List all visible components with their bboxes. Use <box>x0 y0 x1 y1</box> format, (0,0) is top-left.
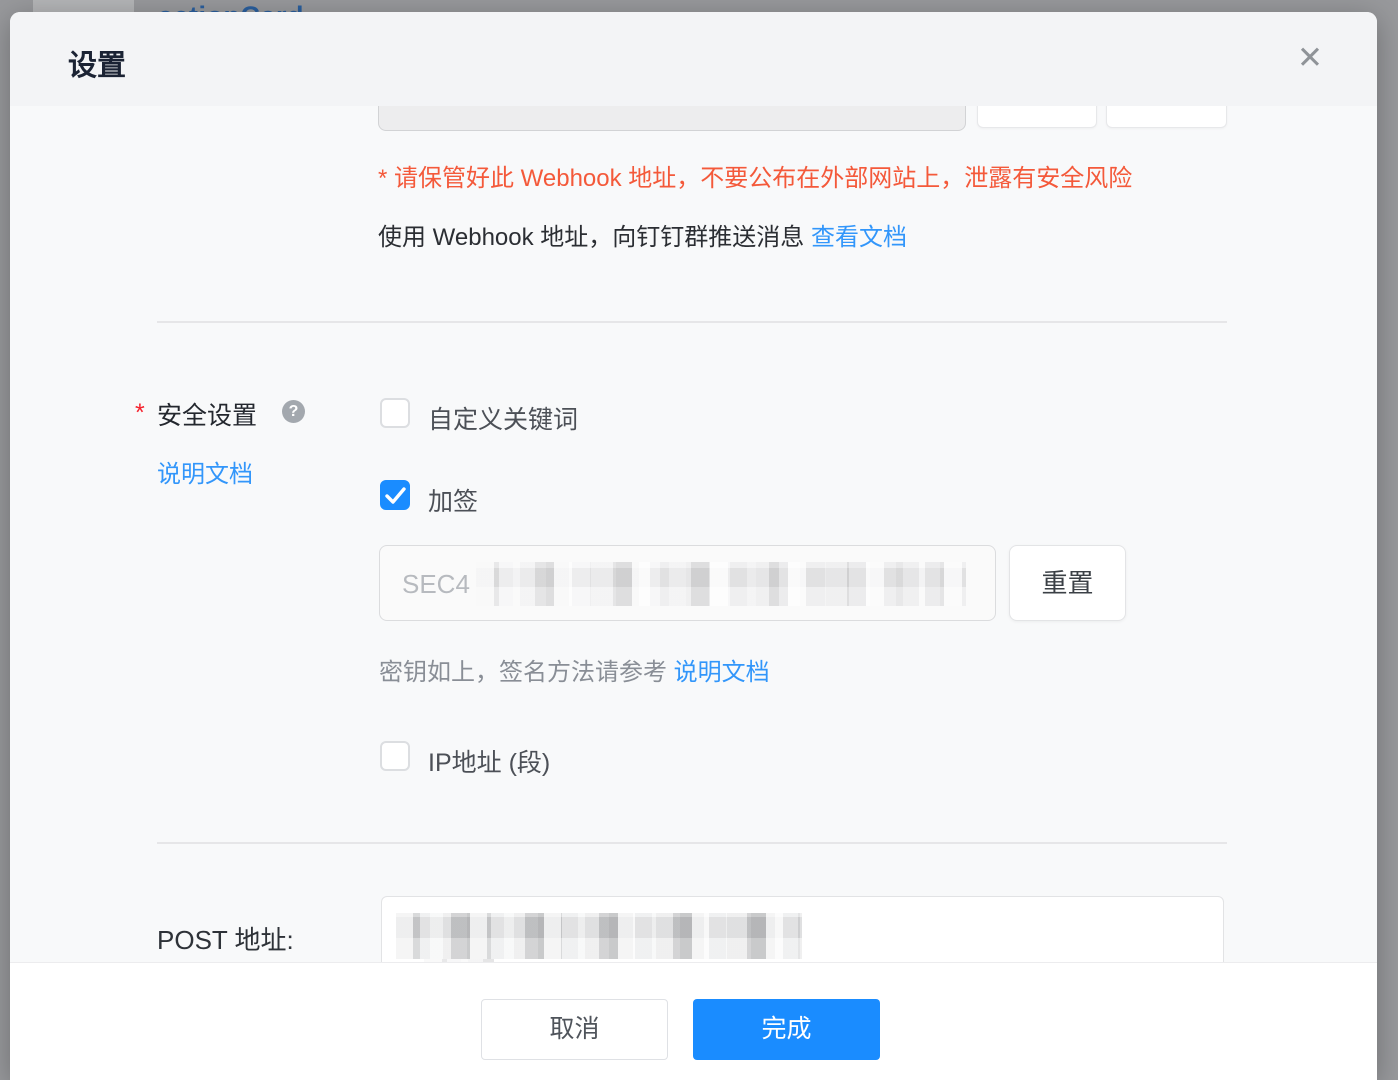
help-icon[interactable]: ? <box>282 400 305 423</box>
redacted-secret-value <box>476 562 966 606</box>
post-address-label: POST 地址: <box>157 920 294 957</box>
view-docs-link[interactable]: 查看文档 <box>811 224 907 251</box>
webhook-url-input-partial[interactable] <box>378 106 966 131</box>
webhook-warning-text: * 请保管好此 Webhook 地址，不要公布在外部网站上，泄露有安全风险 <box>378 164 1132 194</box>
security-settings-label: 安全设置 <box>157 396 257 432</box>
reset-secret-button[interactable]: 重置 <box>1009 545 1126 621</box>
checkmark-icon <box>385 486 407 506</box>
sign-checkbox[interactable] <box>380 480 410 510</box>
webhook-copy-button-partial[interactable] <box>977 106 1097 128</box>
secret-hint-label: 密钥如上，签名方法请参考 <box>379 659 674 686</box>
confirm-button[interactable]: 完成 <box>693 999 880 1060</box>
modal-footer: 取消 完成 <box>10 962 1377 1080</box>
sign-label[interactable]: 加签 <box>428 482 478 518</box>
secret-key-input[interactable]: SEC4 <box>379 545 996 621</box>
custom-keyword-checkbox[interactable] <box>380 398 410 428</box>
section-divider <box>157 321 1227 323</box>
modal-body: * 请保管好此 Webhook 地址，不要公布在外部网站上，泄露有安全风险 使用… <box>10 106 1377 962</box>
secret-hint-text: 密钥如上，签名方法请参考 说明文档 <box>379 658 770 688</box>
section-divider <box>157 842 1227 844</box>
settings-modal: 设置 ✕ * 请保管好此 Webhook 地址，不要公布在外部网站上，泄露有安全… <box>10 12 1377 1080</box>
redacted-post-address <box>396 913 802 959</box>
webhook-usage-text: 使用 Webhook 地址，向钉钉群推送消息 查看文档 <box>378 223 907 253</box>
modal-title: 设置 <box>68 42 126 84</box>
ip-address-checkbox[interactable] <box>380 741 410 771</box>
secret-key-prefix: SEC4 <box>402 569 470 600</box>
close-icon[interactable]: ✕ <box>1290 38 1330 78</box>
cancel-button[interactable]: 取消 <box>481 999 668 1060</box>
usage-text-label: 使用 Webhook 地址，向钉钉群推送消息 <box>378 224 811 251</box>
custom-keyword-label[interactable]: 自定义关键词 <box>428 400 578 436</box>
post-address-input[interactable] <box>381 896 1224 962</box>
ip-address-label[interactable]: IP地址 (段) <box>428 743 550 779</box>
security-docs-link[interactable]: 说明文档 <box>157 454 253 489</box>
secret-hint-docs-link[interactable]: 说明文档 <box>674 659 770 686</box>
required-asterisk: * <box>135 399 145 428</box>
modal-header: 设置 ✕ <box>10 12 1377 106</box>
webhook-reset-button-partial[interactable] <box>1106 106 1227 128</box>
